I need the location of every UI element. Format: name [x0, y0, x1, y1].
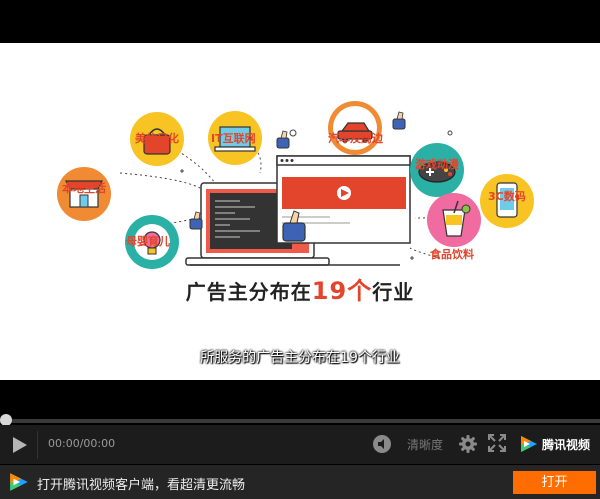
category-label-food: 食品饮料	[430, 248, 474, 261]
headline-prefix: 广告主分布在	[185, 280, 312, 304]
volume-button[interactable]	[372, 434, 392, 454]
quality-selector[interactable]: 清晰度	[399, 430, 451, 458]
video-player-page: 美妆日化 IT互联网 汽车及周边 本地生活 游戏动漫 3C数码 母婴育儿 食品饮…	[0, 0, 600, 499]
time-current: 00:00	[48, 437, 80, 450]
player-control-bar: 00:00/00:00 清晰度 腾讯视频	[0, 425, 600, 464]
fullscreen-icon	[488, 434, 506, 452]
thumbs-up-icon	[276, 130, 290, 149]
brand-name: 腾讯视频	[542, 437, 591, 452]
app-download-banner: 打开腾讯视频客户端，看超清更流畅 打开	[0, 465, 600, 499]
fullscreen-button[interactable]	[488, 434, 506, 452]
video-headline: 广告主分布在19个行业	[0, 271, 600, 306]
volume-icon	[373, 435, 391, 453]
time-total: 00:00	[83, 437, 116, 450]
category-label-3c: 3C数码	[488, 190, 526, 203]
category-label-local-life: 本地生活	[62, 182, 106, 195]
play-button[interactable]	[6, 433, 32, 457]
category-label-it: IT互联网	[211, 132, 256, 145]
headline-number: 19个	[311, 277, 373, 305]
video-frame[interactable]: 美妆日化 IT互联网 汽车及周边 本地生活 游戏动漫 3C数码 母婴育儿 食品饮…	[0, 43, 600, 380]
banner-message: 打开腾讯视频客户端，看超清更流畅	[37, 478, 246, 493]
video-subtitle: 所服务的广告主分布在19个行业	[200, 350, 400, 366]
category-circle-food	[427, 193, 481, 247]
infographic-illustration	[57, 101, 534, 269]
thumbs-up-icon	[189, 211, 203, 230]
category-label-parenting: 母婴育儿	[126, 235, 170, 248]
tencent-video-logo-icon	[521, 436, 537, 452]
category-label-auto: 汽车及周边	[328, 132, 383, 145]
headline-suffix: 行业	[372, 280, 415, 304]
tencent-video-brand[interactable]: 腾讯视频	[519, 432, 590, 456]
category-label-cosmetics: 美妆日化	[135, 132, 179, 145]
progress-bar[interactable]	[0, 419, 600, 423]
gear-icon	[459, 435, 477, 453]
category-label-games: 游戏动漫	[415, 158, 459, 171]
category-circle-auto	[328, 101, 406, 155]
time-display: 00:00/00:00	[48, 437, 115, 450]
control-divider	[37, 431, 38, 459]
tencent-video-logo-icon	[10, 473, 28, 491]
settings-button[interactable]	[458, 434, 478, 454]
play-icon	[13, 437, 27, 453]
thumbs-up-icon	[392, 111, 406, 130]
open-app-button[interactable]: 打开	[513, 471, 596, 494]
